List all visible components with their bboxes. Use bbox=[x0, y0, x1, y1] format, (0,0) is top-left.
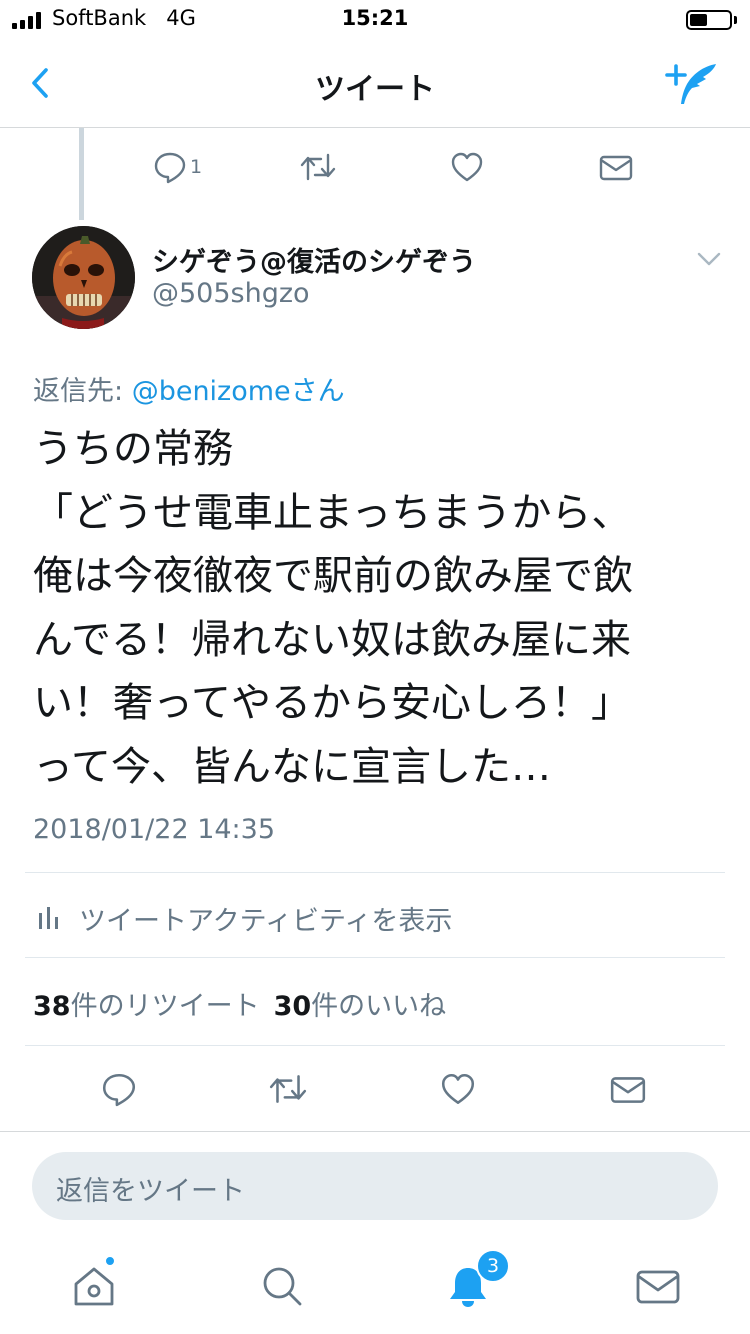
tweet-line: 「どうせ電車止まっちまうから、 bbox=[33, 489, 632, 536]
battery-icon bbox=[686, 10, 732, 30]
messages-tab-icon[interactable] bbox=[632, 1260, 684, 1312]
avatar-pumpkin-mask-image bbox=[32, 226, 135, 329]
reply-to-mention-link[interactable]: @benizomeさん bbox=[132, 376, 345, 407]
tweet-activity-label: ツイートアクティビティを表示 bbox=[79, 906, 453, 937]
tweet-activity-link[interactable]: ツイートアクティビティを表示 bbox=[25, 873, 725, 957]
tweet-line: って今、皆んなに宣言した… bbox=[33, 743, 551, 790]
retweet-count: 38 bbox=[33, 991, 71, 1022]
reply-icon[interactable] bbox=[153, 149, 187, 185]
tweet-line: うちの常務 bbox=[33, 426, 233, 472]
home-tab-icon[interactable] bbox=[68, 1260, 120, 1312]
previous-tweet-actions: 1 bbox=[0, 128, 750, 206]
avatar[interactable] bbox=[32, 226, 135, 329]
tweet-text: うちの常務 「どうせ電車止まっちまうから、 俺は今夜徹夜で駅前の飲み屋で飲 んで… bbox=[33, 418, 723, 799]
tweet-line: んでる！帰れない奴は飲み屋に来 bbox=[33, 616, 631, 663]
like-stat-label: 件のいいね bbox=[311, 991, 447, 1022]
tab-bar bbox=[0, 1236, 750, 1334]
status-bar: SoftBank 4G 15:21 bbox=[0, 0, 750, 40]
retweet-icon[interactable] bbox=[268, 1070, 308, 1108]
notification-badge: 3 bbox=[476, 1249, 510, 1283]
nav-bar: ツイート bbox=[0, 40, 750, 128]
like-icon[interactable] bbox=[440, 1070, 476, 1108]
like-stat[interactable]: 30件のいいね bbox=[274, 991, 447, 1022]
tweet-line: い！奢ってやるから安心しろ！」 bbox=[33, 680, 631, 726]
retweet-icon[interactable] bbox=[299, 149, 337, 185]
tweet-line: 俺は今夜徹夜で駅前の飲み屋で飲 bbox=[33, 553, 633, 599]
bar-chart-icon bbox=[39, 907, 58, 929]
compose-tweet-button[interactable] bbox=[664, 60, 724, 110]
page-title: ツイート bbox=[315, 72, 435, 107]
share-dm-icon[interactable] bbox=[598, 149, 634, 185]
reply-input[interactable]: 返信をツイート bbox=[32, 1152, 718, 1220]
home-new-indicator bbox=[104, 1255, 116, 1267]
search-tab-icon[interactable] bbox=[256, 1260, 308, 1312]
author-handle[interactable]: @505shgzo bbox=[152, 278, 310, 309]
battery-cap bbox=[734, 16, 737, 24]
engagement-stats: 38件のリツイート 30件のいいね bbox=[33, 984, 446, 1024]
retweet-stat[interactable]: 38件のリツイート bbox=[33, 991, 260, 1022]
chevron-down-icon[interactable] bbox=[694, 248, 724, 270]
like-icon[interactable] bbox=[450, 149, 484, 185]
retweet-stat-label: 件のリツイート bbox=[70, 991, 260, 1022]
reply-count: 1 bbox=[190, 156, 203, 178]
tweet-actions bbox=[0, 1046, 750, 1132]
like-count: 30 bbox=[273, 991, 312, 1022]
status-time: 15:21 bbox=[341, 6, 409, 30]
tweet-timestamp: 2018/01/22 14:35 bbox=[33, 814, 276, 845]
divider bbox=[25, 957, 725, 958]
reply-icon[interactable] bbox=[101, 1070, 137, 1108]
author-display-name[interactable]: シゲぞう@復活のシゲぞう bbox=[152, 240, 476, 279]
reply-to-prefix: 返信先: bbox=[33, 376, 132, 407]
share-dm-icon[interactable] bbox=[609, 1070, 647, 1108]
reply-input-placeholder: 返信をツイート bbox=[56, 1176, 245, 1207]
reply-to: 返信先: @benizomeさん bbox=[33, 369, 345, 408]
